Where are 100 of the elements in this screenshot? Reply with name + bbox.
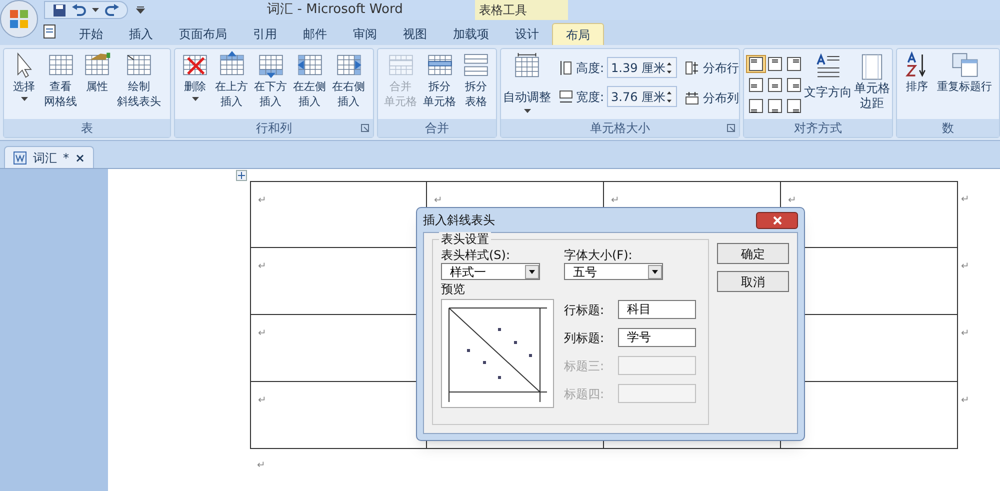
distribute-rows-button[interactable]: 分布行 xyxy=(685,59,739,77)
ribbon-button[interactable]: 排序 xyxy=(901,49,933,94)
ribbon-tab[interactable]: 审阅 xyxy=(340,23,390,45)
paragraph-mark: ↵ xyxy=(258,395,266,406)
title-input[interactable]: 科目 xyxy=(618,300,696,319)
ribbon-button[interactable]: 拆分 表格 xyxy=(460,49,492,109)
align-icon xyxy=(749,57,763,71)
font-size-select[interactable]: 五号 xyxy=(564,263,663,280)
dialog-title: 插入斜线表头 xyxy=(423,212,495,229)
ribbon-tab[interactable]: 邮件 xyxy=(290,23,340,45)
style-select[interactable]: 样式一 xyxy=(441,263,540,280)
ribbon-tab[interactable]: 插入 xyxy=(116,23,166,45)
row-height-icon xyxy=(559,60,573,76)
dialog-launcher-icon[interactable] xyxy=(361,124,369,132)
align-button[interactable] xyxy=(746,55,766,73)
ribbon-button[interactable]: 属性 xyxy=(81,49,113,94)
align-icon xyxy=(768,99,782,113)
ribbon-tab[interactable]: 引用 xyxy=(240,23,290,45)
height-spinner[interactable]: 1.39 厘米 xyxy=(607,57,678,78)
align-button[interactable] xyxy=(765,55,785,73)
paragraph-mark: ↵ xyxy=(258,261,266,272)
close-icon xyxy=(772,216,782,224)
align-button[interactable] xyxy=(784,76,804,94)
document-icon[interactable] xyxy=(42,24,58,40)
align-icon xyxy=(749,78,763,92)
ribbon-button[interactable]: 查看 网格线 xyxy=(42,49,79,109)
table-move-handle-icon[interactable] xyxy=(236,170,247,181)
dialog-launcher-icon[interactable] xyxy=(727,124,735,132)
paragraph-mark: ↵ xyxy=(257,460,266,471)
paragraph-mark: ↵ xyxy=(961,395,970,406)
ribbon-tab[interactable]: 页面布局 xyxy=(166,23,240,45)
redo-icon[interactable] xyxy=(105,4,119,16)
ribbon-tab[interactable]: 开始 xyxy=(66,23,116,45)
align-button[interactable] xyxy=(765,97,785,115)
document-tab[interactable]: 词汇 * × xyxy=(4,146,94,168)
column-width-icon xyxy=(559,88,573,104)
text-direction-button[interactable]: 文字方向 xyxy=(804,53,852,101)
repeat-header-icon xyxy=(950,51,978,79)
ribbon-button[interactable]: 在上方 插入 xyxy=(213,49,250,109)
autofit-button[interactable]: 自动调整 xyxy=(503,53,551,113)
office-logo-icon xyxy=(8,8,30,30)
undo-icon[interactable] xyxy=(72,4,86,16)
ribbon-button[interactable]: 重复标题行 xyxy=(935,49,994,94)
align-icon xyxy=(749,99,763,113)
group-label: 行和列 xyxy=(175,119,373,137)
distribute-columns-button[interactable]: 分布列 xyxy=(685,89,739,107)
close-button[interactable] xyxy=(756,212,798,228)
ribbon-tab[interactable]: 设计 xyxy=(502,23,552,45)
spin-arrows-icon xyxy=(666,60,672,74)
width-label: 宽度: xyxy=(576,88,604,106)
font-size-label: 字体大小(F): xyxy=(564,248,634,263)
paragraph-mark: ↵ xyxy=(961,194,970,205)
cancel-button[interactable]: 取消 xyxy=(717,271,789,292)
align-button[interactable] xyxy=(784,55,804,73)
save-icon[interactable] xyxy=(53,4,66,16)
ribbon-button[interactable]: 绘制 斜线表头 xyxy=(115,49,163,109)
ribbon-button[interactable]: 拆分 单元格 xyxy=(421,49,458,109)
height-label: 高度: xyxy=(576,60,604,76)
field-label: 列标题: xyxy=(564,330,606,346)
align-button[interactable] xyxy=(784,97,804,115)
ribbon-tab[interactable]: 布局 xyxy=(552,23,604,45)
align-icon xyxy=(787,57,801,71)
ribbon-button[interactable]: 删除 xyxy=(179,49,211,101)
paragraph-mark: ↵ xyxy=(434,195,442,206)
groupbox-title: 表头设置 xyxy=(439,232,491,246)
group-label: 对齐方式 xyxy=(744,119,892,137)
field-label: 行标题: xyxy=(564,302,606,318)
title-input[interactable] xyxy=(618,384,696,403)
ribbon-tab[interactable]: 视图 xyxy=(390,23,440,45)
distribute-columns-icon xyxy=(685,91,700,105)
width-spinner[interactable]: 3.76 厘米 xyxy=(607,86,678,107)
ok-button[interactable]: 确定 xyxy=(717,243,789,264)
align-icon xyxy=(787,78,801,92)
caret-icon xyxy=(192,97,198,101)
cell-margins-button[interactable]: 单元格 边距 xyxy=(854,53,890,111)
style-label: 表头样式(S): xyxy=(441,248,512,263)
distribute-rows-icon xyxy=(685,61,700,75)
align-button[interactable] xyxy=(746,76,766,94)
group-label: 数 xyxy=(897,119,999,137)
paragraph-mark: ↵ xyxy=(788,195,796,206)
split-table-icon xyxy=(462,51,490,79)
caret-icon xyxy=(92,8,99,12)
ribbon-button[interactable]: 在右侧 插入 xyxy=(330,49,367,109)
align-button[interactable] xyxy=(746,97,766,115)
title-input[interactable]: 学号 xyxy=(618,328,696,347)
close-tab-button[interactable]: × xyxy=(75,148,86,166)
ribbon-tab[interactable]: 加载项 xyxy=(440,23,502,45)
title-input[interactable] xyxy=(618,356,696,375)
context-tab-label: 表格工具 xyxy=(475,0,568,20)
customize-toolbar-icon[interactable] xyxy=(136,6,145,14)
ribbon-button[interactable]: 在下方 插入 xyxy=(252,49,289,109)
ribbon-button[interactable]: 选择 xyxy=(8,49,40,101)
group-label: 表 xyxy=(4,119,170,137)
ribbon-button[interactable]: 在左侧 插入 xyxy=(291,49,328,109)
align-icon xyxy=(768,57,782,71)
paragraph-mark: ↵ xyxy=(258,195,266,206)
align-button[interactable] xyxy=(765,76,785,94)
paragraph-mark: ↵ xyxy=(961,328,970,339)
align-icon xyxy=(768,78,782,92)
field-label: 标题四: xyxy=(564,386,606,402)
